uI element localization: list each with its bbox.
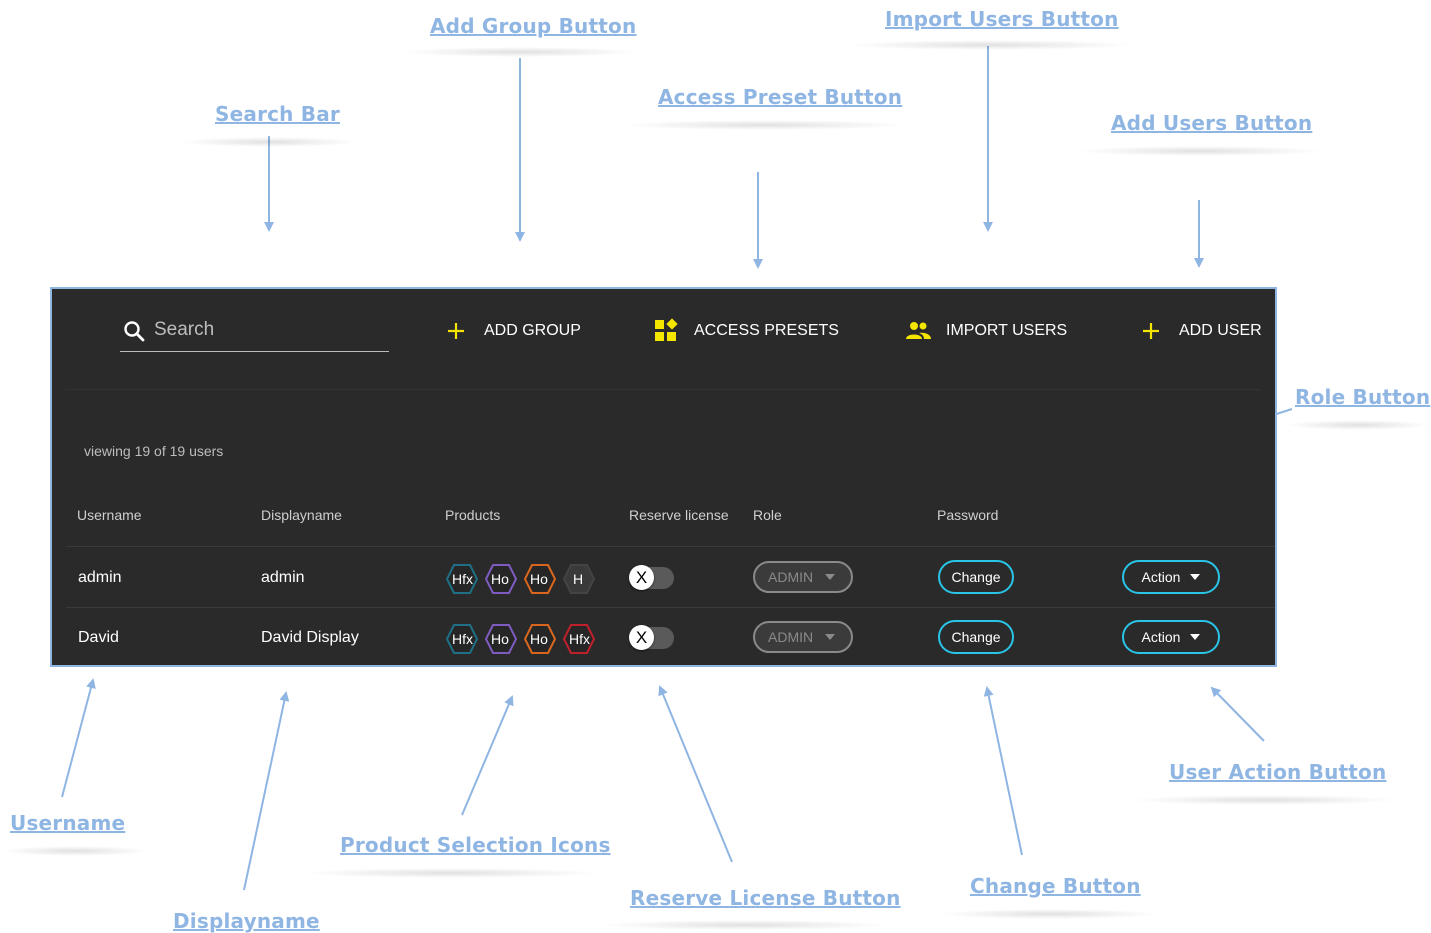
header-role: Role	[753, 507, 782, 523]
product-hfx-icon[interactable]: Hfx	[563, 623, 595, 655]
username-cell: David	[78, 629, 119, 646]
annotation-role-button: Role Button	[1295, 385, 1431, 409]
arrow-username	[61, 678, 96, 798]
import-users-button[interactable]: IMPORT USERS	[902, 319, 1067, 343]
annotation-add-group-button: Add Group Button	[430, 14, 637, 38]
product-letter: Hfx	[452, 571, 473, 587]
action-label: Action	[1141, 629, 1181, 645]
row-divider	[66, 607, 1275, 608]
change-password-button[interactable]: Change	[938, 620, 1014, 654]
plus-icon	[440, 319, 472, 343]
caret-down-icon	[825, 574, 836, 580]
user-action-button[interactable]: Action	[1122, 620, 1220, 654]
product-h-icon[interactable]: H	[563, 563, 595, 595]
plus-icon	[1135, 319, 1167, 343]
header-password: Password	[937, 507, 999, 523]
add-group-label: ADD GROUP	[484, 322, 581, 339]
import-users-label: IMPORT USERS	[946, 322, 1068, 339]
product-letter: Ho	[491, 571, 509, 587]
viewing-count: viewing 19 of 19 users	[84, 443, 224, 459]
role-button[interactable]: ADMIN	[753, 621, 853, 653]
annotation-user-action-button: User Action Button	[1169, 760, 1387, 784]
arrow-user-action	[1210, 686, 1265, 742]
arrow-displayname	[243, 691, 290, 891]
reserve-license-toggle[interactable]: X	[629, 565, 674, 590]
caret-down-icon	[1190, 634, 1201, 640]
role-button[interactable]: ADMIN	[753, 561, 853, 593]
product-letter: Ho	[530, 571, 548, 587]
access-presets-label: ACCESS PRESETS	[694, 322, 839, 339]
caret-down-icon	[825, 634, 836, 640]
header-username: Username	[77, 507, 142, 523]
change-password-button[interactable]: Change	[938, 560, 1014, 594]
product-hfx-icon[interactable]: Hfx	[446, 563, 478, 595]
annotation-product-selection-icons: Product Selection Icons	[340, 833, 611, 857]
role-label: ADMIN	[768, 569, 814, 585]
user-management-panel: Search ADD GROUP ACCESS PRESETS IMPORT U…	[50, 287, 1277, 667]
annotation-change-button: Change Button	[970, 874, 1141, 898]
group-icon	[902, 319, 934, 343]
change-label: Change	[951, 629, 1001, 645]
product-ho-icon[interactable]: Ho	[485, 623, 517, 655]
toggle-knob: X	[629, 625, 654, 650]
annotation-reserve-license-button: Reserve License Button	[630, 886, 901, 910]
annotation-import-users-button: Import Users Button	[885, 7, 1119, 31]
annotation-username: Username	[10, 811, 126, 835]
header-reserve-license: Reserve license	[629, 507, 729, 523]
product-letter: Ho	[491, 631, 509, 647]
widgets-icon	[650, 318, 682, 343]
search-icon	[122, 319, 146, 348]
product-letter: Ho	[530, 631, 548, 647]
displayname-cell: David Display	[261, 629, 359, 646]
search-bar[interactable]: Search	[120, 313, 389, 352]
arrow-products	[461, 695, 514, 816]
username-cell: admin	[78, 569, 122, 586]
access-presets-button[interactable]: ACCESS PRESETS	[650, 318, 839, 343]
header-displayname: Displayname	[261, 507, 342, 523]
product-ho-icon[interactable]: Ho	[524, 563, 556, 595]
reserve-license-toggle[interactable]: X	[629, 625, 674, 650]
annotation-add-users-button: Add Users Button	[1111, 111, 1313, 135]
change-label: Change	[951, 569, 1001, 585]
product-ho-icon[interactable]: Ho	[524, 623, 556, 655]
annotation-search-bar: Search Bar	[215, 102, 340, 126]
annotation-displayname: Displayname	[173, 909, 320, 933]
displayname-cell: admin	[261, 569, 305, 586]
product-hfx-icon[interactable]: Hfx	[446, 623, 478, 655]
search-input[interactable]: Search	[154, 319, 214, 341]
user-action-button[interactable]: Action	[1122, 560, 1220, 594]
arrow-reserve	[658, 685, 733, 863]
role-label: ADMIN	[768, 629, 814, 645]
row-divider	[66, 546, 1275, 547]
arrow-change	[983, 686, 1023, 856]
toolbar-divider	[66, 389, 1261, 390]
add-group-button[interactable]: ADD GROUP	[440, 319, 581, 343]
product-letter: Hfx	[569, 631, 590, 647]
product-letter: H	[573, 571, 583, 587]
action-label: Action	[1141, 569, 1181, 585]
product-ho-icon[interactable]: Ho	[485, 563, 517, 595]
header-products: Products	[445, 507, 501, 523]
annotation-access-preset-button: Access Preset Button	[658, 85, 903, 109]
caret-down-icon	[1190, 574, 1201, 580]
toggle-knob: X	[629, 565, 654, 590]
product-letter: Hfx	[452, 631, 473, 647]
add-user-button[interactable]: ADD USER	[1135, 319, 1262, 343]
add-user-label: ADD USER	[1179, 322, 1262, 339]
